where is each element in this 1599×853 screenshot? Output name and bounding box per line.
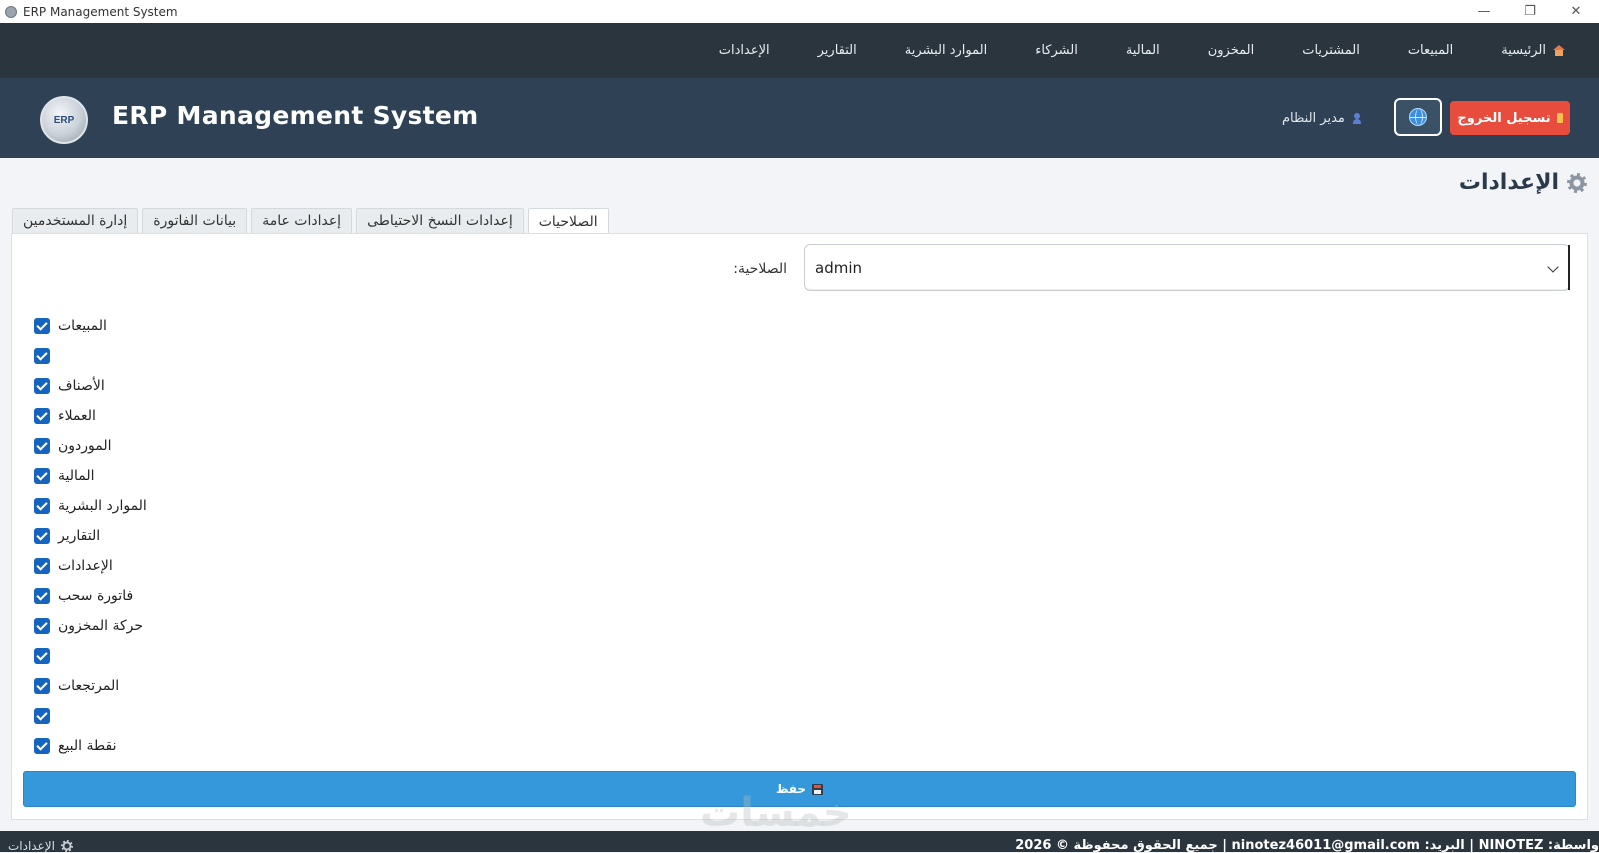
permissions-panel: الصلاحية: admin المبيعات الأصناف العملاء… bbox=[11, 233, 1588, 820]
checkbox[interactable] bbox=[34, 318, 50, 334]
list-item[interactable]: الموارد البشرية bbox=[34, 491, 147, 521]
tab-permissions[interactable]: الصلاحيات bbox=[527, 208, 609, 235]
permission-label: حركة المخزون bbox=[58, 618, 144, 634]
checkbox[interactable] bbox=[34, 708, 50, 724]
role-select[interactable]: admin bbox=[804, 244, 1570, 291]
footer-settings-label: الإعدادات bbox=[8, 839, 55, 853]
list-item[interactable]: الأصناف bbox=[34, 371, 147, 401]
checkbox[interactable] bbox=[34, 618, 50, 634]
checkbox[interactable] bbox=[34, 528, 50, 544]
top-navigation: الرئيسية المبيعات المشتريات المخزون الما… bbox=[0, 23, 1599, 78]
tab-user-management[interactable]: إدارة المستخدمين bbox=[12, 208, 139, 233]
permission-label: التقارير bbox=[58, 528, 101, 544]
list-item[interactable]: المالية bbox=[34, 461, 147, 491]
footer-settings-link[interactable]: الإعدادات bbox=[8, 839, 73, 853]
app-icon bbox=[5, 5, 17, 18]
home-icon bbox=[1552, 45, 1565, 56]
list-item[interactable]: العملاء bbox=[34, 401, 147, 431]
checkbox[interactable] bbox=[34, 558, 50, 574]
gear-icon bbox=[60, 840, 73, 852]
role-select-value: admin bbox=[815, 258, 862, 277]
role-label: الصلاحية: bbox=[733, 261, 787, 277]
permission-label: الموردون bbox=[58, 438, 112, 454]
restore-button[interactable]: ❐ bbox=[1507, 0, 1553, 23]
list-item[interactable]: التقارير bbox=[34, 521, 147, 551]
checkbox[interactable] bbox=[34, 738, 50, 754]
nav-item-reports[interactable]: التقارير bbox=[794, 43, 881, 58]
checkbox[interactable] bbox=[34, 378, 50, 394]
page-title-text: الإعدادات bbox=[1458, 170, 1559, 195]
app-title: ERP Management System bbox=[112, 101, 479, 130]
logout-label: تسجيل الخروج bbox=[1457, 110, 1551, 126]
list-item[interactable]: الإعدادات bbox=[34, 551, 147, 581]
nav-item-partners[interactable]: الشركاء bbox=[1011, 43, 1102, 58]
app-logo: ERP bbox=[40, 96, 88, 144]
user-icon bbox=[1352, 112, 1361, 124]
list-item[interactable]: المرتجعات bbox=[34, 671, 147, 701]
list-item[interactable] bbox=[34, 341, 147, 371]
status-footer: الإعدادات واسطة: NINOTEZ | البريد: ninot… bbox=[0, 831, 1599, 853]
window-titlebar: ERP Management System — ❐ ✕ bbox=[0, 0, 1599, 24]
page-title: الإعدادات bbox=[1459, 170, 1587, 195]
list-item[interactable]: الموردون bbox=[34, 431, 147, 461]
nav-item-hr[interactable]: الموارد البشرية bbox=[881, 43, 1011, 58]
app-header: ERP ERP Management System مدير النظام تس… bbox=[0, 78, 1599, 158]
permission-label: نقطة البيع bbox=[58, 738, 117, 754]
window-title: ERP Management System bbox=[23, 4, 178, 19]
checkbox[interactable] bbox=[34, 438, 50, 454]
permission-label: الإعدادات bbox=[58, 558, 113, 574]
permission-label: فاتورة سحب bbox=[58, 588, 134, 604]
gear-icon bbox=[1567, 172, 1587, 193]
current-user: مدير النظام bbox=[1282, 108, 1361, 128]
list-item[interactable]: المبيعات bbox=[34, 311, 147, 341]
settings-tabs: إدارة المستخدمين بيانات الفاتورة إعدادات… bbox=[12, 208, 609, 235]
checkbox[interactable] bbox=[34, 648, 50, 664]
copyright-text: واسطة: NINOTEZ | البريد: ninotez46011@gm… bbox=[1015, 838, 1599, 853]
tab-general-settings[interactable]: إعدادات عامة bbox=[251, 208, 353, 233]
permission-label: الموارد البشرية bbox=[58, 498, 147, 514]
chevron-down-icon bbox=[1547, 261, 1559, 273]
list-item[interactable]: حركة المخزون bbox=[34, 611, 147, 641]
permission-list: المبيعات الأصناف العملاء الموردون المالي… bbox=[34, 311, 147, 761]
list-item[interactable]: فاتورة سحب bbox=[34, 581, 147, 611]
permission-label: الأصناف bbox=[58, 378, 105, 394]
checkbox[interactable] bbox=[34, 678, 50, 694]
close-button[interactable]: ✕ bbox=[1553, 0, 1599, 23]
focus-caret bbox=[1568, 245, 1570, 290]
nav-item-inventory[interactable]: المخزون bbox=[1184, 43, 1278, 58]
logo-text: ERP bbox=[53, 114, 75, 126]
user-name: مدير النظام bbox=[1282, 110, 1345, 126]
checkbox[interactable] bbox=[34, 348, 50, 364]
nav-item-settings[interactable]: الإعدادات bbox=[695, 43, 794, 58]
globe-icon bbox=[1409, 108, 1427, 126]
minimize-button[interactable]: — bbox=[1461, 0, 1507, 23]
nav-item-home[interactable]: الرئيسية bbox=[1477, 43, 1573, 58]
logout-button[interactable]: تسجيل الخروج bbox=[1450, 101, 1570, 135]
checkbox[interactable] bbox=[34, 588, 50, 604]
watermark: خمسات bbox=[700, 790, 852, 836]
checkbox[interactable] bbox=[34, 498, 50, 514]
language-button[interactable] bbox=[1394, 98, 1442, 136]
nav-item-sales[interactable]: المبيعات bbox=[1384, 43, 1477, 58]
nav-item-label: الرئيسية bbox=[1501, 43, 1546, 58]
list-item[interactable]: نقطة البيع bbox=[34, 731, 147, 761]
list-item[interactable] bbox=[34, 641, 147, 671]
permission-label: المبيعات bbox=[58, 318, 107, 334]
list-item[interactable] bbox=[34, 701, 147, 731]
window-controls: — ❐ ✕ bbox=[1461, 0, 1599, 23]
tab-backup-settings[interactable]: إعدادات النسخ الاحتياطى bbox=[356, 208, 524, 233]
nav-item-finance[interactable]: المالية bbox=[1102, 43, 1184, 58]
nav-item-purchases[interactable]: المشتريات bbox=[1278, 43, 1384, 58]
checkbox[interactable] bbox=[34, 408, 50, 424]
door-icon bbox=[1556, 113, 1563, 123]
permission-label: العملاء bbox=[58, 408, 96, 424]
permission-label: المالية bbox=[58, 468, 95, 484]
checkbox[interactable] bbox=[34, 468, 50, 484]
tab-invoice-data[interactable]: بيانات الفاتورة bbox=[142, 208, 248, 233]
permission-label: المرتجعات bbox=[58, 678, 120, 694]
